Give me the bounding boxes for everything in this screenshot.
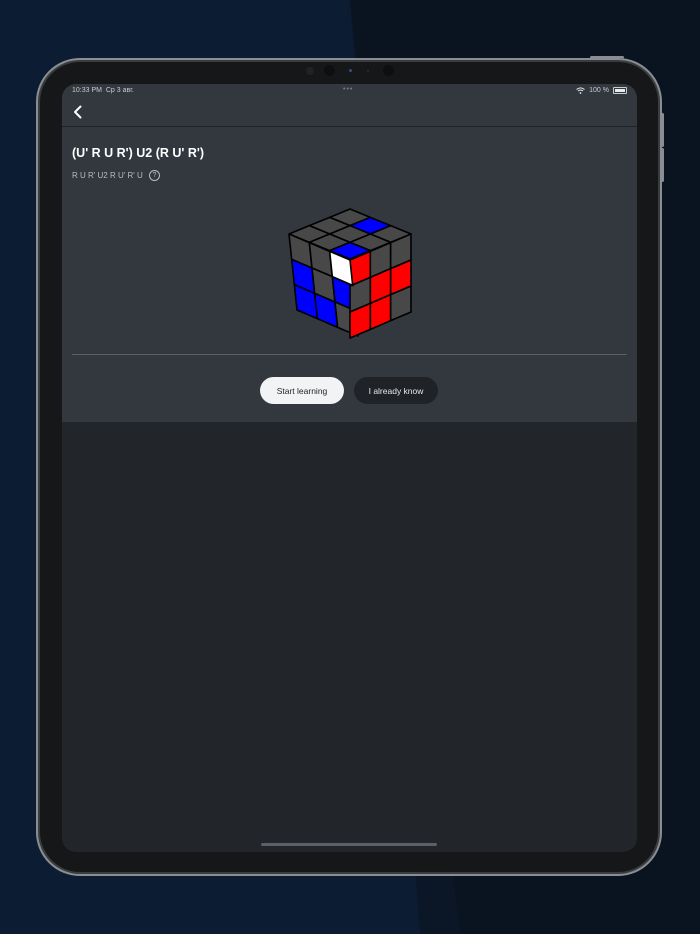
- algorithm-notation: R U R' U2 R U' R' U: [72, 171, 143, 180]
- algorithm-title: (U' R U R') U2 (R U' R'): [72, 146, 205, 160]
- status-date: Ср 3 авг.: [105, 87, 134, 94]
- algorithm-card: 10:33 PM Ср 3 авг. ••• 100 % (U' R U R')…: [62, 84, 637, 422]
- sensor-dot: [306, 67, 314, 75]
- already-know-button[interactable]: I already know: [354, 377, 438, 404]
- battery-percent: 100 %: [589, 87, 609, 94]
- status-time-date: 10:33 PM Ср 3 авг.: [72, 87, 134, 94]
- status-time: 10:33 PM: [72, 87, 102, 94]
- start-learning-button[interactable]: Start learning: [260, 377, 344, 404]
- wifi-icon: [576, 87, 585, 94]
- flood-illuminator: [383, 65, 394, 76]
- front-camera: [324, 65, 335, 76]
- back-button[interactable]: [68, 102, 88, 122]
- multitask-dots[interactable]: •••: [343, 86, 353, 93]
- app-screen: 10:33 PM Ср 3 авг. ••• 100 % (U' R U R')…: [62, 84, 637, 852]
- question-circle-icon[interactable]: ?: [149, 170, 160, 181]
- content-divider: [72, 354, 627, 355]
- status-indicators: 100 %: [576, 87, 627, 94]
- status-bar: 10:33 PM Ср 3 авг. ••• 100 %: [62, 84, 637, 98]
- home-indicator[interactable]: [261, 843, 437, 846]
- chevron-left-icon: [74, 105, 82, 119]
- nav-divider: [62, 126, 637, 127]
- ambient-sensor: [367, 70, 369, 72]
- battery-icon: [613, 87, 627, 94]
- camera-indicator: [349, 69, 352, 72]
- cube-preview: [288, 208, 412, 339]
